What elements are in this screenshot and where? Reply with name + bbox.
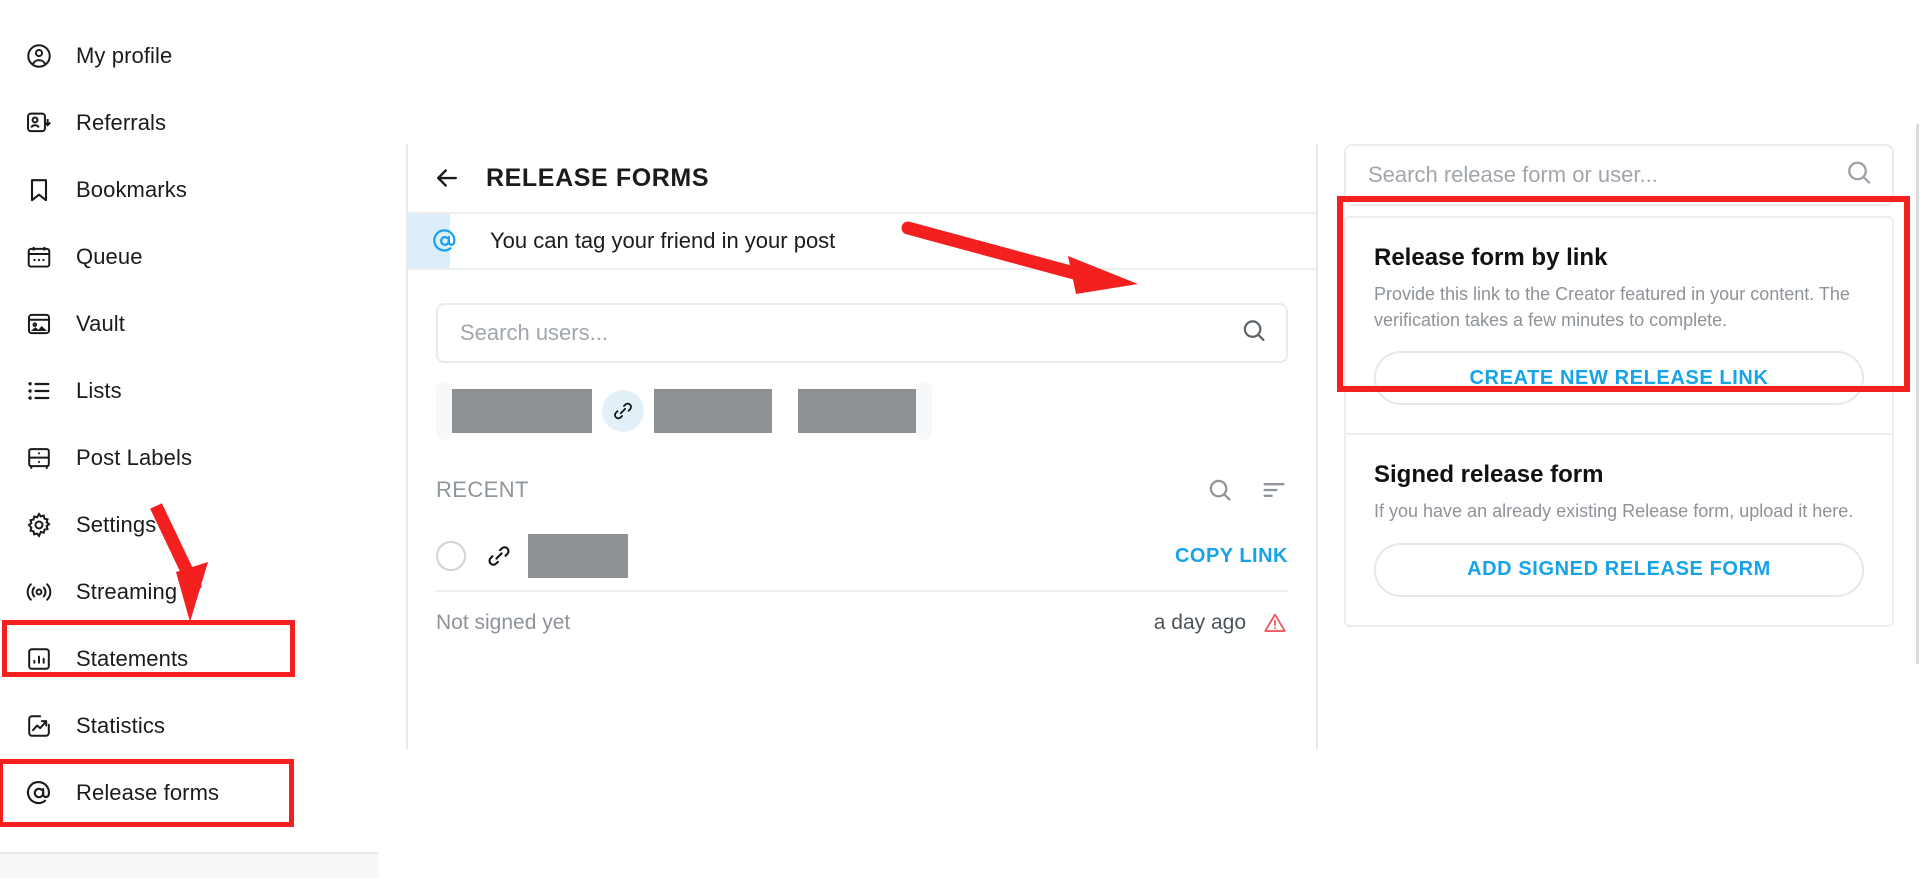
sidebar-item-label: Bookmarks: [76, 176, 187, 202]
main-header: RELEASE FORMS: [408, 144, 1316, 214]
recent-actions: [1206, 476, 1288, 504]
release-form-by-link-section: Release form by link Provide this link t…: [1346, 218, 1892, 433]
user-circle-icon: [24, 41, 54, 71]
status-badge: Not signed yet: [436, 611, 571, 634]
sidebar-item-label: Lists: [76, 377, 122, 403]
sidebar-item-label: Vault: [76, 310, 126, 336]
broadcast-icon: [24, 577, 54, 607]
right-panel: Release form by link Provide this link t…: [1318, 144, 1920, 749]
release-form-options-card: Release form by link Provide this link t…: [1344, 216, 1894, 627]
search-input[interactable]: [460, 320, 1264, 346]
calendar-icon: [24, 242, 54, 272]
warning-triangle-icon: [1262, 610, 1288, 636]
sidebar-item-label: Referrals: [76, 109, 167, 135]
sidebar-item-streaming[interactable]: Streaming: [0, 558, 378, 625]
search-icon[interactable]: [1844, 158, 1874, 193]
redacted-user-chip[interactable]: [798, 389, 916, 433]
sidebar-item-settings[interactable]: Settings: [0, 491, 378, 558]
sidebar-item-my-profile[interactable]: My profile: [0, 22, 378, 89]
section-title: Release form by link: [1374, 244, 1608, 271]
create-new-release-link-button[interactable]: CREATE NEW RELEASE LINK: [1374, 351, 1864, 406]
sidebar-item-label: Statements: [76, 645, 189, 671]
recent-header-row: RECENT: [408, 470, 1316, 510]
release-form-search-input[interactable]: [1368, 162, 1870, 188]
gear-icon: [24, 510, 54, 540]
sidebar: My profile Referrals Bookmarks Queue Vau…: [0, 0, 378, 878]
at-icon: [430, 226, 460, 256]
release-form-search-box[interactable]: [1344, 144, 1894, 206]
sidebar-item-label: Post Labels: [76, 444, 193, 470]
timestamp: a day ago: [1153, 611, 1246, 634]
main-content: RELEASE FORMS You can tag your friend in…: [406, 144, 1318, 749]
tip-banner-text: You can tag your friend in your post: [490, 228, 836, 253]
sidebar-item-vault[interactable]: Vault: [0, 290, 378, 357]
radio-unchecked-icon[interactable]: [436, 541, 466, 571]
referrals-icon: [24, 108, 54, 138]
copy-link-button[interactable]: COPY LINK: [1175, 545, 1288, 568]
release-form-status-row: Not signed yet a day ago: [408, 592, 1316, 654]
recent-label: RECENT: [436, 477, 529, 502]
sidebar-item-label: My profile: [76, 42, 173, 68]
tagged-users-chips: [408, 380, 1316, 442]
sidebar-item-lists[interactable]: Lists: [0, 357, 378, 424]
sidebar-item-label: Statistics: [76, 712, 166, 738]
redacted-user-chip[interactable]: [654, 389, 772, 433]
section-description: If you have an already existing Release …: [1374, 501, 1854, 522]
sidebar-item-bookmarks[interactable]: Bookmarks: [0, 156, 378, 223]
release-form-row[interactable]: COPY LINK: [408, 528, 1316, 584]
bookmark-icon: [24, 175, 54, 205]
trending-chart-icon: [24, 711, 54, 741]
tip-banner: You can tag your friend in your post: [408, 214, 1316, 270]
chip-edge-right: [916, 382, 932, 440]
sort-icon[interactable]: [1260, 476, 1288, 504]
chip-edge-left: [436, 382, 452, 440]
lists-icon: [24, 376, 54, 406]
link-icon[interactable]: [486, 543, 512, 569]
sidebar-item-label: Release forms: [76, 780, 220, 805]
sidebar-item-statements[interactable]: Statements: [0, 625, 378, 692]
sidebar-item-label: Settings: [76, 511, 157, 537]
sidebar-item-label: Queue: [76, 243, 143, 269]
sidebar-item-release-forms[interactable]: Release forms: [0, 759, 294, 827]
redacted-user-chip[interactable]: [452, 389, 592, 433]
search-icon[interactable]: [1240, 317, 1268, 350]
section-description: Provide this link to the Creator feature…: [1374, 284, 1850, 330]
status-right-group: a day ago: [1154, 610, 1288, 636]
vault-image-icon: [24, 309, 54, 339]
add-signed-release-form-button[interactable]: ADD SIGNED RELEASE FORM: [1374, 542, 1864, 597]
sidebar-item-queue[interactable]: Queue: [0, 223, 378, 290]
back-arrow-icon[interactable]: [430, 161, 464, 195]
user-search-box[interactable]: [436, 303, 1288, 363]
sidebar-item-post-labels[interactable]: Post Labels: [0, 424, 378, 491]
link-icon[interactable]: [602, 390, 644, 432]
page-scrollbar[interactable]: [1914, 124, 1920, 674]
signed-release-form-section: Signed release form If you have an alrea…: [1346, 433, 1892, 625]
sidebar-item-label: Streaming: [76, 578, 178, 604]
redacted-user-name: [528, 534, 628, 578]
sidebar-item-statistics[interactable]: Statistics: [0, 692, 378, 759]
search-icon[interactable]: [1206, 476, 1234, 504]
user-search-wrap: [408, 270, 1316, 363]
post-labels-icon: [24, 443, 54, 473]
sidebar-bottom-area: [0, 854, 378, 878]
bar-chart-icon: [24, 644, 54, 674]
page-title: RELEASE FORMS: [486, 163, 710, 192]
at-circle-icon: [24, 778, 54, 808]
sidebar-item-referrals[interactable]: Referrals: [0, 89, 378, 156]
section-title: Signed release form: [1374, 461, 1604, 489]
app-root: My profile Referrals Bookmarks Queue Vau…: [0, 0, 1920, 878]
